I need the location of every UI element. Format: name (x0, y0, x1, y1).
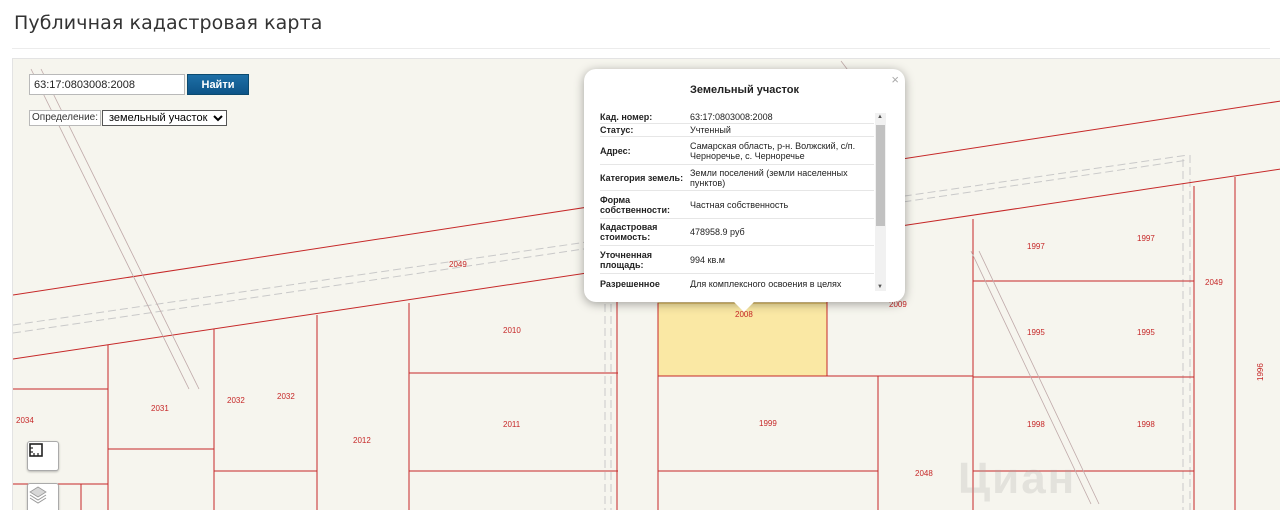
svg-text:1998: 1998 (1027, 420, 1045, 429)
info-value: Земли поселений (земли населенных пункто… (690, 167, 848, 188)
svg-text:1995: 1995 (1027, 328, 1045, 337)
info-value: Частная собственность (690, 199, 789, 210)
svg-text:1996: 1996 (1256, 363, 1265, 381)
svg-text:1997: 1997 (1027, 242, 1045, 251)
find-button[interactable]: Найти (187, 74, 249, 95)
svg-text:2011: 2011 (503, 420, 521, 429)
info-row: Статус: Учтенный (600, 124, 874, 137)
definition-label: Определение: (29, 110, 102, 126)
info-key: Разрешенное (600, 279, 660, 288)
svg-text:2012: 2012 (353, 436, 371, 445)
info-key: Категория земель: (600, 172, 684, 183)
svg-text:2010: 2010 (503, 326, 521, 335)
info-key: Адрес: (600, 145, 631, 156)
title-divider (12, 48, 1270, 49)
parcel-info-popup: × Земельный участок Кад. номер: 63:17:08… (584, 69, 905, 312)
info-key: Кад. номер: (600, 112, 653, 122)
info-key: Форма собственности: (600, 194, 670, 215)
thin-lines (30, 60, 1100, 505)
info-value: 994 кв.м (690, 254, 725, 265)
svg-text:1997: 1997 (1137, 234, 1155, 243)
ruler-button[interactable] (27, 441, 59, 471)
info-row: Уточненная площадь: 994 кв.м (600, 246, 874, 274)
search-box: Найти (29, 74, 249, 95)
scroll-down-icon[interactable]: ▼ (877, 284, 883, 290)
popup-pointer (734, 302, 754, 312)
definition-row: Определение: земельный участок (29, 110, 228, 126)
info-row: Разрешенное Для комплексного освоения в … (600, 274, 874, 288)
svg-text:1999: 1999 (759, 419, 777, 428)
scrollbar-thumb[interactable] (876, 125, 885, 226)
info-row: Кадастровая стоимость: 478958.9 руб (600, 219, 874, 246)
svg-text:2049: 2049 (1205, 278, 1223, 287)
layers-button[interactable] (27, 483, 59, 510)
definition-select[interactable]: земельный участок (102, 110, 228, 126)
popup-info-table[interactable]: Кад. номер: 63:17:0803008:2008 Статус: У… (600, 111, 874, 288)
info-row: Адрес: Самарская область, р-н. Волжский,… (600, 137, 874, 165)
info-row: Форма собственности: Частная собственнос… (600, 191, 874, 219)
svg-text:1995: 1995 (1137, 328, 1155, 337)
info-row: Категория земель: Земли поселений (земли… (600, 165, 874, 191)
svg-text:2048: 2048 (915, 469, 933, 478)
info-value: 478958.9 руб (690, 227, 745, 237)
info-key: Статус: (600, 125, 634, 135)
info-value: 63:17:0803008:2008 (690, 112, 773, 122)
popup-scrollbar[interactable]: ▲ ▼ (875, 113, 886, 291)
cadastral-number-input[interactable] (29, 74, 185, 95)
info-value: Учтенный (690, 125, 731, 135)
info-value: Самарская область, р-н. Волжский, с/п. Ч… (690, 140, 856, 161)
popup-title: Земельный участок (690, 84, 799, 96)
info-row: Кад. номер: 63:17:0803008:2008 (600, 111, 874, 124)
svg-text:2032: 2032 (227, 396, 245, 405)
info-key: Уточненная площадь: (600, 249, 652, 270)
info-value: Для комплексного освоения в целях (690, 279, 842, 288)
svg-text:2031: 2031 (151, 404, 169, 413)
page-title: Публичная кадастровая карта (14, 12, 323, 34)
scroll-up-icon[interactable]: ▲ (877, 114, 883, 120)
watermark: Циан (958, 454, 1077, 503)
svg-text:2049: 2049 (449, 260, 467, 269)
svg-text:1998: 1998 (1137, 420, 1155, 429)
svg-text:2034: 2034 (16, 416, 34, 425)
svg-text:2032: 2032 (277, 392, 295, 401)
info-key: Кадастровая стоимость: (600, 222, 658, 242)
